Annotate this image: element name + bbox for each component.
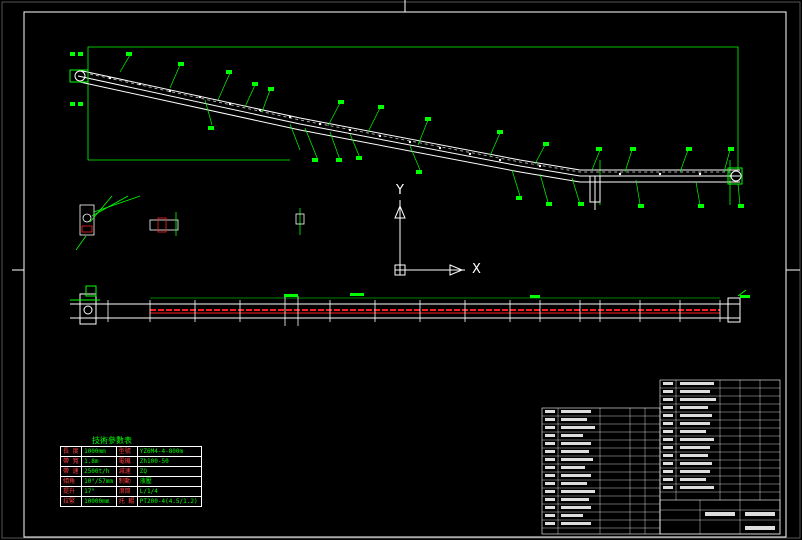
spec-table-cell: 長 度 [59,446,83,457]
spec-table-row: 帶 速 2500t/h 減速 ZQ [59,466,203,477]
spec-table-row: 長 度 1000mm 型號 YZ6M4-4-800m [59,446,203,457]
spec-table-cell: 帶 速 [59,466,83,477]
spec-table-cell: 拉緊 [59,496,83,507]
spec-table-cell: 2500t/h [81,466,117,477]
spec-table-title: 技術參數表 [92,436,132,445]
conveyor-elevation [77,69,740,183]
spec-table-cell: PT200-4(4.5/1.2) [136,496,203,507]
spec-table-row: 帶 寬 1.8m 電機 Zh100-50 [59,456,203,467]
callout-balloons [70,52,744,208]
plan-view [70,297,740,319]
elevation-dimension-lines [87,46,739,205]
spec-table-row: 提升 17° 滾筒 L/1/4 [59,486,203,497]
spec-table-cell: 10°/57mm [81,476,117,487]
spec-table-cell: 17° [81,486,117,497]
bom-left-rows [542,408,660,534]
spec-table-cell: 10000mm [81,496,117,507]
spec-table-cell: 傾角 [59,476,83,487]
detail-view-2 [149,212,179,236]
spec-table-cell: 1.8m [81,456,117,467]
spec-table-cell: 制動 [115,476,138,487]
spec-table-cell: 減速 [115,466,138,477]
border-ticks [12,0,800,271]
bom-right-rows [660,380,780,534]
detail-view-3 [295,208,305,235]
ucs-icon [394,200,465,276]
title-block [541,379,781,535]
spec-table: 長 度 1000mm 型號 YZ6M4-4-800m 帶 寬 1.8m 電機 Zh100-50… [59,446,203,507]
spec-table-cell: 托 輥 [115,496,138,507]
tension-structure [589,175,601,210]
spec-table-cell: Zh100-50 [136,456,203,467]
spec-table-cell: 液壓 [136,476,203,487]
spec-table-cell: 提升 [59,486,83,497]
axis-x-label: X [472,262,481,277]
spec-table-cell: YZ6M4-4-800m [136,446,203,457]
axis-y-label: Y [396,183,404,198]
idler-marks [108,76,702,176]
detail-view-1 [75,195,141,251]
spec-table-cell: 型號 [115,446,138,457]
spec-table-cell: 電機 [115,456,138,467]
spec-table-cell: ZQ [136,466,203,477]
spec-table-cell: 滾筒 [115,486,138,497]
spec-table-row: 拉緊 10000mm 托 輥 PT200-4(4.5/1.2) [59,496,203,507]
spec-table-cell: 帶 寬 [59,456,83,467]
spec-table-cell: 1000mm [81,446,117,457]
plan-tail-end [727,289,747,323]
spec-table-row: 傾角 10°/57mm 制動 液壓 [59,476,203,487]
spec-table-cell: L/1/4 [136,486,203,497]
plan-markers [284,293,750,298]
